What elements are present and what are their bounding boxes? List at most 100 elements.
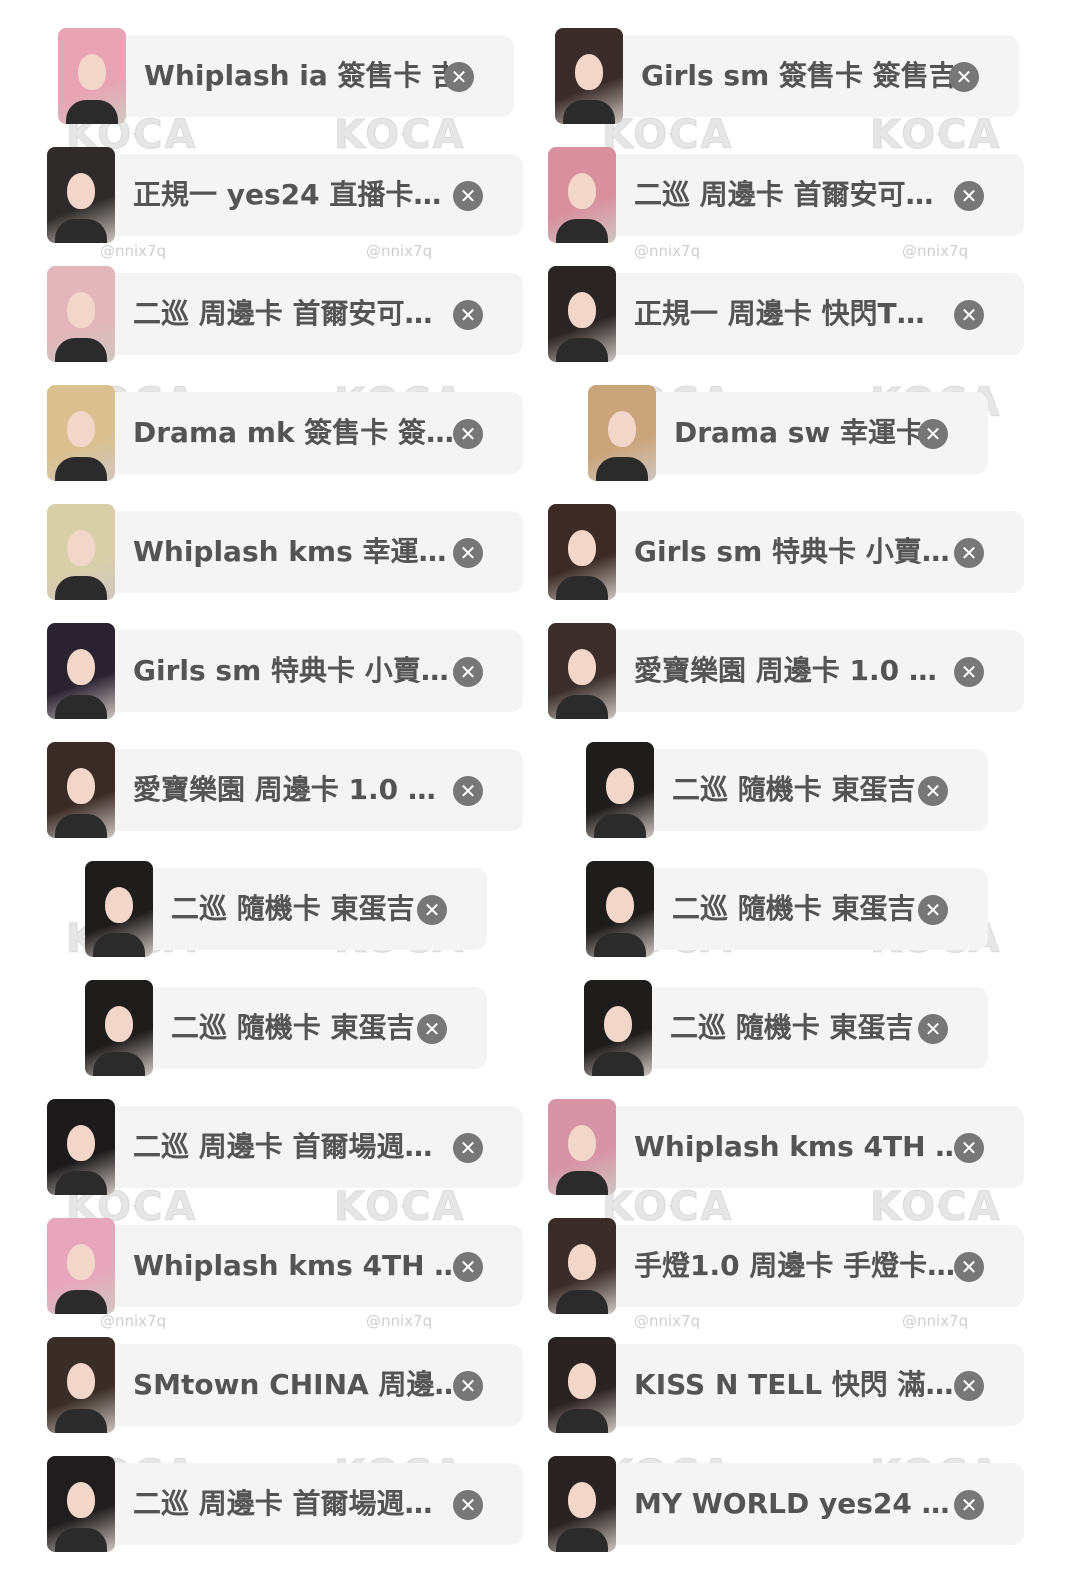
close-circle-icon[interactable]: ✕: [453, 1252, 483, 1282]
photocard-thumbnail: [555, 28, 623, 124]
close-circle-icon[interactable]: ✕: [954, 538, 984, 568]
tag-label: 二巡 隨機卡 東蛋吉: [672, 773, 916, 806]
photocard-thumbnail: [58, 28, 126, 124]
tag-chip[interactable]: 手燈1.0 周邊卡 手燈卡… ✕: [548, 1218, 1024, 1314]
photocard-thumbnail: [548, 623, 616, 719]
photocard-thumbnail: [586, 742, 654, 838]
photo-body: [556, 1171, 608, 1195]
tag-chip[interactable]: MY WORLD yes24 … ✕: [548, 1456, 1024, 1552]
photo-face: [568, 1363, 596, 1399]
tag-label: 二巡 周邊卡 首爾場週…: [133, 1130, 433, 1163]
tag-label: Drama mk 簽售卡 簽…: [133, 416, 455, 449]
close-circle-icon[interactable]: ✕: [949, 62, 979, 92]
tag-chip[interactable]: Drama mk 簽售卡 簽… ✕: [47, 385, 523, 481]
tag-chip[interactable]: 二巡 隨機卡 東蛋吉 ✕: [586, 861, 988, 957]
photo-face: [606, 768, 634, 804]
photo-body: [594, 933, 646, 957]
photocard-thumbnail: [548, 266, 616, 362]
close-circle-icon[interactable]: ✕: [954, 1252, 984, 1282]
tag-chip[interactable]: Drama sw 幸運卡 ✕: [588, 385, 988, 481]
tag-chip[interactable]: Whiplash kms 4TH … ✕: [47, 1218, 523, 1314]
tag-label: 正規一 yes24 直播卡…: [133, 178, 442, 211]
close-circle-icon[interactable]: ✕: [453, 419, 483, 449]
close-circle-icon[interactable]: ✕: [453, 776, 483, 806]
tag-chip[interactable]: 二巡 周邊卡 首爾場週… ✕: [47, 1099, 523, 1195]
close-circle-icon[interactable]: ✕: [954, 1490, 984, 1520]
tag-chip[interactable]: 正規一 周邊卡 快閃T… ✕: [548, 266, 1024, 362]
close-circle-icon[interactable]: ✕: [444, 62, 474, 92]
photocard-thumbnail: [47, 1456, 115, 1552]
photo-face: [67, 411, 95, 447]
tag-label: 愛寶樂園 周邊卡 1.0 …: [634, 654, 937, 687]
photo-body: [556, 1409, 608, 1433]
photocard-thumbnail: [548, 1099, 616, 1195]
photo-body: [592, 1052, 644, 1076]
tag-label: Whiplash kms 幸運…: [133, 535, 447, 568]
tag-chip[interactable]: 二巡 隨機卡 東蛋吉 ✕: [85, 980, 487, 1076]
close-circle-icon[interactable]: ✕: [918, 895, 948, 925]
photo-face: [608, 411, 636, 447]
close-circle-icon[interactable]: ✕: [417, 1014, 447, 1044]
tag-chip[interactable]: SMtown CHINA 周邊… ✕: [47, 1337, 523, 1433]
photocard-thumbnail: [548, 1337, 616, 1433]
photocard-thumbnail: [586, 861, 654, 957]
photo-body: [556, 219, 608, 243]
photo-body: [66, 100, 118, 124]
photo-face: [78, 54, 106, 90]
tag-chip[interactable]: Whiplash ia 簽售卡 吉 ✕: [58, 28, 514, 124]
close-circle-icon[interactable]: ✕: [918, 1014, 948, 1044]
tag-label: 二巡 隨機卡 東蛋吉: [672, 892, 916, 925]
tag-chip[interactable]: 二巡 周邊卡 首爾安可… ✕: [47, 266, 523, 362]
close-circle-icon[interactable]: ✕: [918, 776, 948, 806]
tag-label: Whiplash ia 簽售卡 吉: [144, 59, 448, 92]
photocard-thumbnail: [47, 504, 115, 600]
photo-face: [105, 887, 133, 923]
tag-chip[interactable]: Girls sm 特典卡 小賣… ✕: [548, 504, 1024, 600]
close-circle-icon[interactable]: ✕: [453, 538, 483, 568]
close-circle-icon[interactable]: ✕: [954, 300, 984, 330]
tag-label: Whiplash kms 4TH …: [634, 1130, 958, 1163]
tag-label: Whiplash kms 4TH …: [133, 1249, 457, 1282]
photo-face: [568, 649, 596, 685]
close-circle-icon[interactable]: ✕: [954, 1133, 984, 1163]
tag-chip[interactable]: 二巡 隨機卡 東蛋吉 ✕: [584, 980, 988, 1076]
tag-chip[interactable]: KISS N TELL 快閃 滿… ✕: [548, 1337, 1024, 1433]
photocard-thumbnail: [548, 504, 616, 600]
tag-chip[interactable]: 正規一 yes24 直播卡… ✕: [47, 147, 523, 243]
close-circle-icon[interactable]: ✕: [453, 1133, 483, 1163]
photo-face: [67, 173, 95, 209]
photo-face: [568, 1244, 596, 1280]
tag-chip[interactable]: Girls sm 簽售卡 簽售吉 ✕: [555, 28, 1019, 124]
photocard-thumbnail: [47, 1337, 115, 1433]
tag-chip[interactable]: Girls sm 特典卡 小賣… ✕: [47, 623, 523, 719]
close-circle-icon[interactable]: ✕: [918, 419, 948, 449]
tag-label: 二巡 周邊卡 首爾場週…: [133, 1487, 433, 1520]
tag-chip[interactable]: Whiplash kms 幸運… ✕: [47, 504, 523, 600]
close-circle-icon[interactable]: ✕: [453, 181, 483, 211]
close-circle-icon[interactable]: ✕: [954, 657, 984, 687]
tag-chip[interactable]: 二巡 周邊卡 首爾安可… ✕: [548, 147, 1024, 243]
tag-chip[interactable]: 二巡 周邊卡 首爾場週… ✕: [47, 1456, 523, 1552]
close-circle-icon[interactable]: ✕: [453, 300, 483, 330]
photocard-thumbnail: [548, 147, 616, 243]
photo-face: [568, 292, 596, 328]
watermark-handle: @nnix7q: [100, 1312, 167, 1330]
close-circle-icon[interactable]: ✕: [417, 895, 447, 925]
close-circle-icon[interactable]: ✕: [453, 1490, 483, 1520]
tag-chip[interactable]: 愛寶樂園 周邊卡 1.0 … ✕: [548, 623, 1024, 719]
tag-chip[interactable]: 二巡 隨機卡 東蛋吉 ✕: [586, 742, 988, 838]
close-circle-icon[interactable]: ✕: [954, 1371, 984, 1401]
close-circle-icon[interactable]: ✕: [453, 1371, 483, 1401]
tag-chip[interactable]: 二巡 隨機卡 東蛋吉 ✕: [85, 861, 487, 957]
photo-body: [55, 457, 107, 481]
tag-chip[interactable]: Whiplash kms 4TH … ✕: [548, 1099, 1024, 1195]
close-circle-icon[interactable]: ✕: [453, 657, 483, 687]
photocard-thumbnail: [47, 1099, 115, 1195]
close-circle-icon[interactable]: ✕: [954, 181, 984, 211]
watermark-handle: @nnix7q: [100, 242, 167, 260]
photocard-thumbnail: [47, 623, 115, 719]
photocard-thumbnail: [588, 385, 656, 481]
photo-body: [556, 1290, 608, 1314]
tag-chip[interactable]: 愛寶樂園 周邊卡 1.0 … ✕: [47, 742, 523, 838]
tag-label: 正規一 周邊卡 快閃T…: [634, 297, 925, 330]
